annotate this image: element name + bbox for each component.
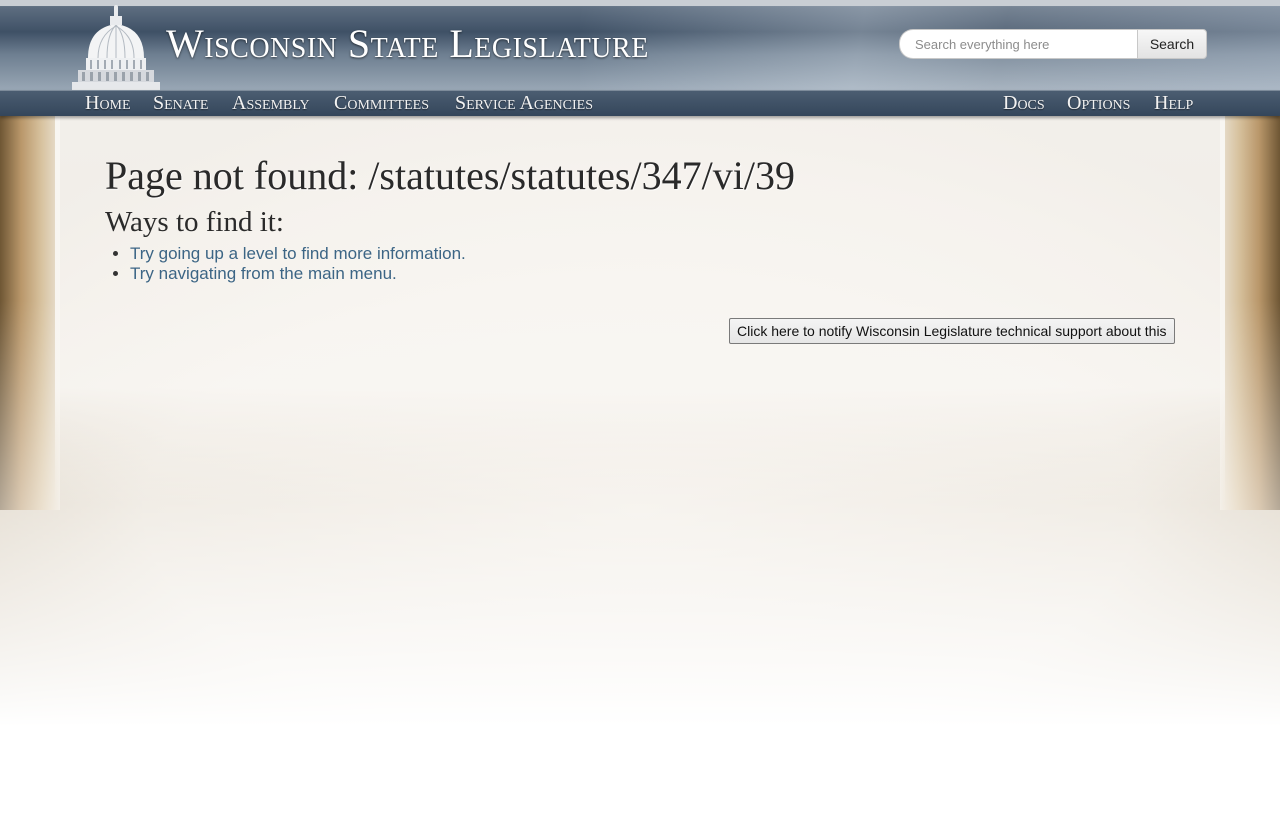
nav-item-assembly[interactable]: Assembly — [232, 91, 310, 115]
site-header: Wisconsin State Legislature Search — [0, 0, 1280, 91]
suggestion-list: Try going up a level to find more inform… — [130, 244, 466, 284]
search-button[interactable]: Search — [1137, 29, 1207, 59]
search-bar: Search — [899, 29, 1207, 59]
notify-support-button[interactable]: Click here to notify Wisconsin Legislatu… — [729, 318, 1175, 344]
main-menu-link[interactable]: Try navigating from the main menu. — [130, 264, 397, 283]
nav-item-service-agencies[interactable]: Service Agencies — [455, 91, 593, 115]
nav-item-options[interactable]: Options — [1067, 91, 1130, 115]
ways-to-find-heading: Ways to find it: — [105, 206, 284, 238]
go-up-level-link[interactable]: Try going up a level to find more inform… — [130, 244, 466, 263]
page-title: Page not found: /statutes/statutes/347/v… — [105, 153, 795, 198]
capitol-dome-icon[interactable] — [72, 4, 160, 90]
nav-item-committees[interactable]: Committees — [334, 91, 429, 115]
nav-item-home[interactable]: Home — [85, 91, 131, 115]
site-title[interactable]: Wisconsin State Legislature — [166, 20, 649, 68]
search-input[interactable] — [899, 29, 1137, 59]
nav-item-senate[interactable]: Senate — [153, 91, 208, 115]
nav-item-docs[interactable]: Docs — [1003, 91, 1045, 115]
main-nav: Home Senate Assembly Committees Service … — [0, 90, 1280, 116]
list-item: Try navigating from the main menu. — [130, 264, 466, 284]
nav-item-help[interactable]: Help — [1154, 91, 1193, 115]
list-item: Try going up a level to find more inform… — [130, 244, 466, 264]
